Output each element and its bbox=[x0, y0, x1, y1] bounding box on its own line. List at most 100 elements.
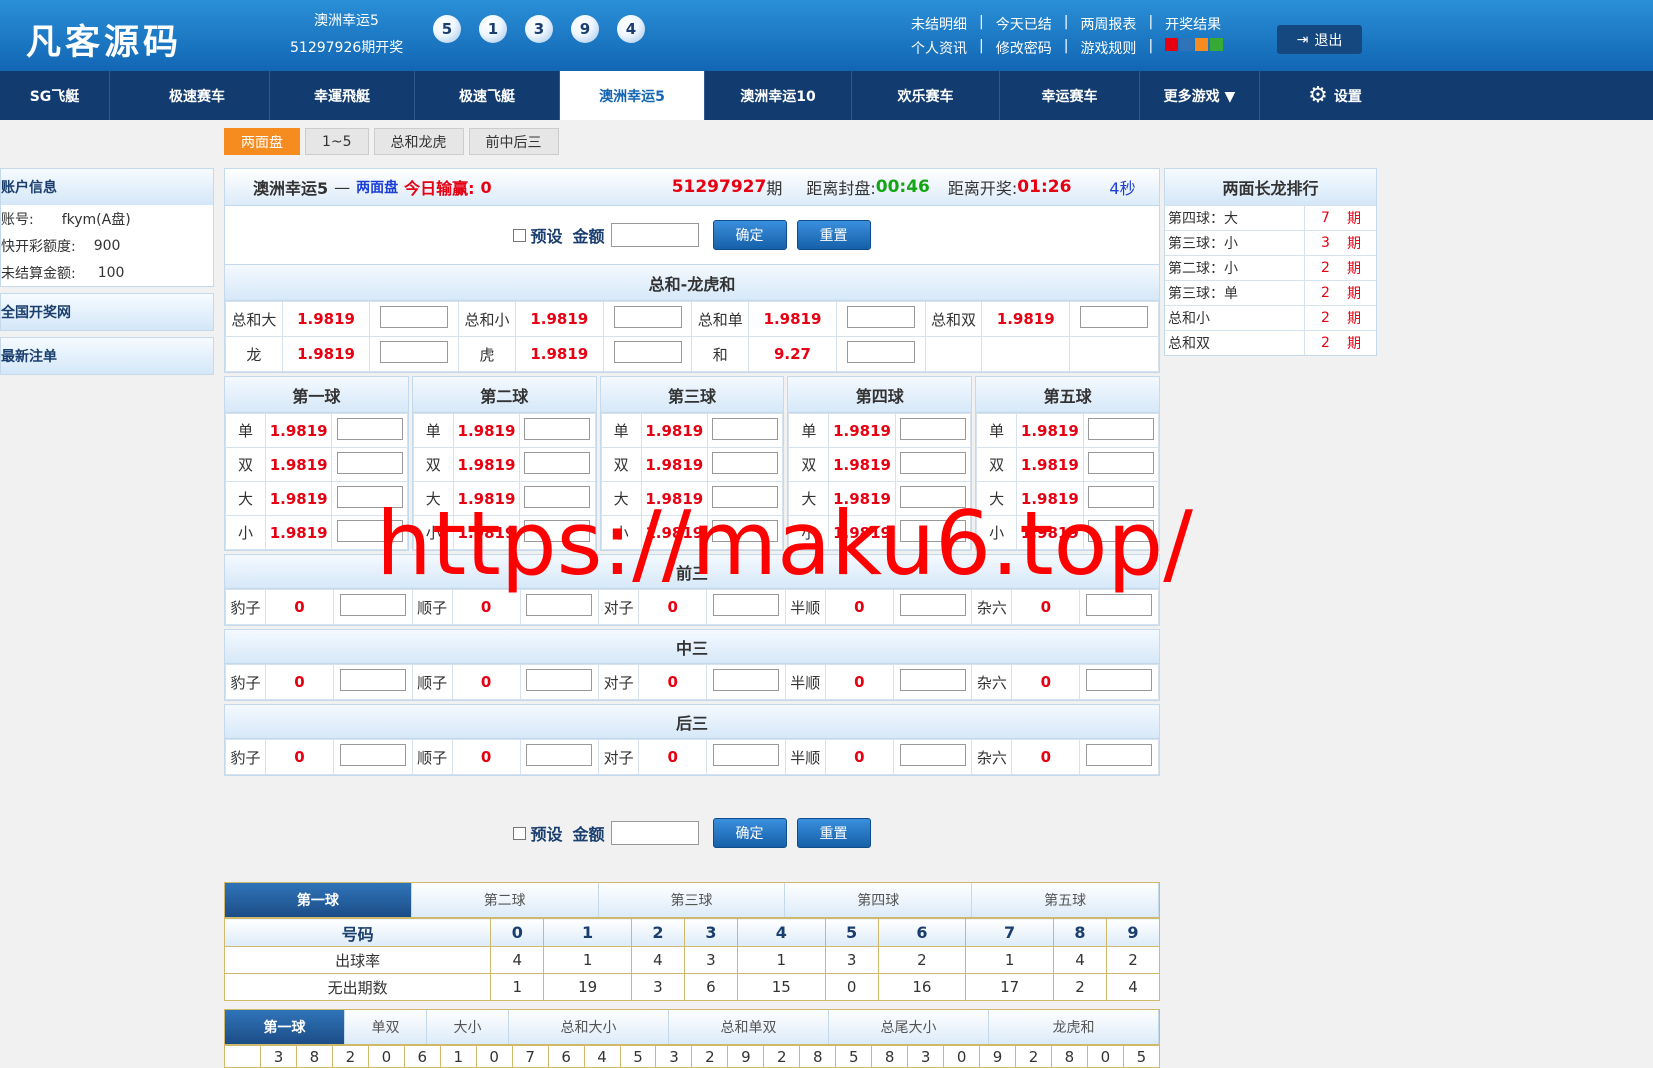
amount-input[interactable] bbox=[610, 821, 699, 845]
nav-tab[interactable]: 幸運飛艇 bbox=[270, 71, 415, 120]
reset-button[interactable]: 重置 bbox=[796, 818, 871, 848]
top-link[interactable]: 开奖结果 bbox=[1165, 14, 1221, 34]
bet-amount-input[interactable] bbox=[899, 594, 966, 616]
bet-amount-input[interactable] bbox=[1087, 417, 1154, 440]
nav-tab[interactable]: 欢乐赛车 bbox=[852, 71, 1000, 120]
bet-odds: 1.9819 bbox=[264, 481, 333, 516]
nav-tab[interactable]: SG飞艇 bbox=[0, 71, 110, 120]
nav-tab[interactable]: 极速赛车 bbox=[125, 71, 270, 120]
ball-section-title: 第五球 bbox=[976, 377, 1159, 413]
long-dragon-item: 第四球：大 bbox=[1165, 206, 1305, 230]
sub-tab[interactable]: 总和龙虎 bbox=[373, 128, 464, 155]
stats-tab[interactable]: 第五球 bbox=[972, 883, 1159, 917]
bet-amount-input[interactable] bbox=[712, 451, 779, 474]
bet-amount-input[interactable] bbox=[846, 341, 915, 363]
bet-amount-input[interactable] bbox=[1086, 744, 1153, 766]
dash: — bbox=[334, 177, 351, 197]
top-link[interactable]: 个人资讯 bbox=[911, 38, 967, 58]
top-link[interactable]: 今天已结 bbox=[996, 14, 1052, 34]
account-panel: 账户信息 账号: fkym(A盘) 快开彩额度: 900 未结算金额: 100 bbox=[0, 168, 214, 287]
bet-amount-input[interactable] bbox=[899, 451, 966, 474]
ball-row: 双 1.9819 bbox=[788, 447, 972, 482]
stats-tab[interactable]: 第二球 bbox=[411, 883, 599, 917]
bet-amount-cell bbox=[894, 447, 972, 482]
sub-tab[interactable]: 两面盘 bbox=[224, 128, 300, 155]
separator: | bbox=[1148, 14, 1154, 30]
bet-amount-input[interactable] bbox=[712, 669, 779, 691]
amount-input[interactable] bbox=[610, 223, 699, 247]
bet-amount-input[interactable] bbox=[339, 744, 406, 766]
stats-tab[interactable]: 第三球 bbox=[598, 883, 786, 917]
bet-amount-input[interactable] bbox=[526, 744, 593, 766]
ball-section-title: 第一球 bbox=[225, 377, 408, 413]
today-label: 今日输赢: bbox=[404, 179, 475, 198]
history-tab[interactable]: 总和单双 bbox=[669, 1010, 829, 1044]
national-results-link[interactable]: 全国开奖网 bbox=[0, 293, 214, 331]
sub-tab[interactable]: 1~5 bbox=[305, 128, 369, 155]
bet-amount-input[interactable] bbox=[613, 341, 682, 363]
theme-swatch[interactable] bbox=[1195, 38, 1209, 51]
bet-amount-input[interactable] bbox=[712, 744, 779, 766]
bet-amount-input[interactable] bbox=[336, 417, 403, 440]
bet-amount-input[interactable] bbox=[339, 669, 406, 691]
bet-amount-input[interactable] bbox=[524, 451, 591, 474]
top-link[interactable]: 两周报表 bbox=[1080, 14, 1136, 34]
top-link[interactable]: 修改密码 bbox=[996, 38, 1052, 58]
draw-time: 01:26 bbox=[1017, 177, 1072, 197]
stats-tab[interactable]: 第四球 bbox=[785, 883, 973, 917]
bet-amount-input[interactable] bbox=[712, 417, 779, 440]
history-tab[interactable]: 总和大小 bbox=[509, 1010, 669, 1044]
history-value: 6 bbox=[403, 1045, 441, 1068]
top-link[interactable]: 游戏规则 bbox=[1080, 38, 1136, 58]
bet-amount-input[interactable] bbox=[1087, 451, 1154, 474]
bet-odds: 1.9819 bbox=[640, 447, 708, 482]
bet-amount-input[interactable] bbox=[380, 306, 449, 328]
bet-amount-input[interactable] bbox=[899, 744, 966, 766]
bet-amount-input[interactable] bbox=[846, 306, 915, 328]
bet-label: 半顺 bbox=[784, 664, 826, 700]
separator: | bbox=[1063, 14, 1069, 30]
confirm-button[interactable]: 确定 bbox=[712, 818, 787, 848]
reset-button[interactable]: 重置 bbox=[796, 220, 871, 250]
bet-amount-input[interactable] bbox=[526, 669, 593, 691]
bet-amount-input[interactable] bbox=[1086, 594, 1153, 616]
top-link[interactable]: 未结明细 bbox=[911, 14, 967, 34]
preset-checkbox[interactable] bbox=[513, 228, 527, 242]
stats-value: 1 bbox=[543, 946, 632, 974]
nav-tab[interactable]: 极速飞艇 bbox=[415, 71, 560, 120]
preset-checkbox[interactable] bbox=[513, 826, 527, 840]
stats-tab[interactable]: 第一球 bbox=[225, 883, 412, 917]
bet-amount-input[interactable] bbox=[899, 417, 966, 440]
refresh-countdown[interactable]: 4秒 bbox=[1109, 175, 1135, 199]
bet-amount-input[interactable] bbox=[613, 306, 682, 328]
stats-header-cell: 2 bbox=[630, 918, 685, 947]
bet-amount-input[interactable] bbox=[524, 417, 591, 440]
history-tab[interactable]: 龙虎和 bbox=[989, 1010, 1159, 1044]
long-dragon-row: 总和双 2 期 bbox=[1165, 330, 1376, 355]
theme-swatch[interactable] bbox=[1165, 38, 1179, 51]
nav-tab[interactable]: 澳洲幸运10 bbox=[705, 71, 852, 120]
bet-amount-input[interactable] bbox=[336, 451, 403, 474]
bet-amount-input[interactable] bbox=[339, 594, 406, 616]
logout-button[interactable]: ⇥ 退出 bbox=[1277, 25, 1362, 54]
nav-tab[interactable]: 澳洲幸运5 bbox=[560, 71, 705, 120]
bet-amount-input[interactable] bbox=[526, 594, 593, 616]
history-tab[interactable]: 第一球 bbox=[225, 1010, 345, 1044]
history-tab[interactable]: 大小 bbox=[427, 1010, 509, 1044]
theme-swatch[interactable] bbox=[1210, 38, 1224, 51]
bet-amount-input[interactable] bbox=[899, 669, 966, 691]
bet-amount-input[interactable] bbox=[1086, 669, 1153, 691]
nav-tab[interactable]: 幸运赛车 bbox=[1000, 71, 1140, 120]
bet-amount-input[interactable] bbox=[1080, 306, 1149, 328]
bet-label: 杂六 bbox=[971, 664, 1013, 700]
theme-swatch[interactable] bbox=[1180, 38, 1194, 51]
confirm-button[interactable]: 确定 bbox=[712, 220, 787, 250]
bet-amount-input[interactable] bbox=[380, 341, 449, 363]
history-tab[interactable]: 总尾大小 bbox=[829, 1010, 989, 1044]
bet-amount-input[interactable] bbox=[712, 594, 779, 616]
nav-tab[interactable]: 更多游戏 ▼ bbox=[1140, 71, 1260, 120]
latest-bets-link[interactable]: 最新注单 bbox=[0, 337, 214, 375]
sub-tab[interactable]: 前中后三 bbox=[468, 128, 559, 155]
history-tab[interactable]: 单双 bbox=[345, 1010, 427, 1044]
settings-button[interactable]: ⚙ 设置 bbox=[1290, 71, 1380, 120]
